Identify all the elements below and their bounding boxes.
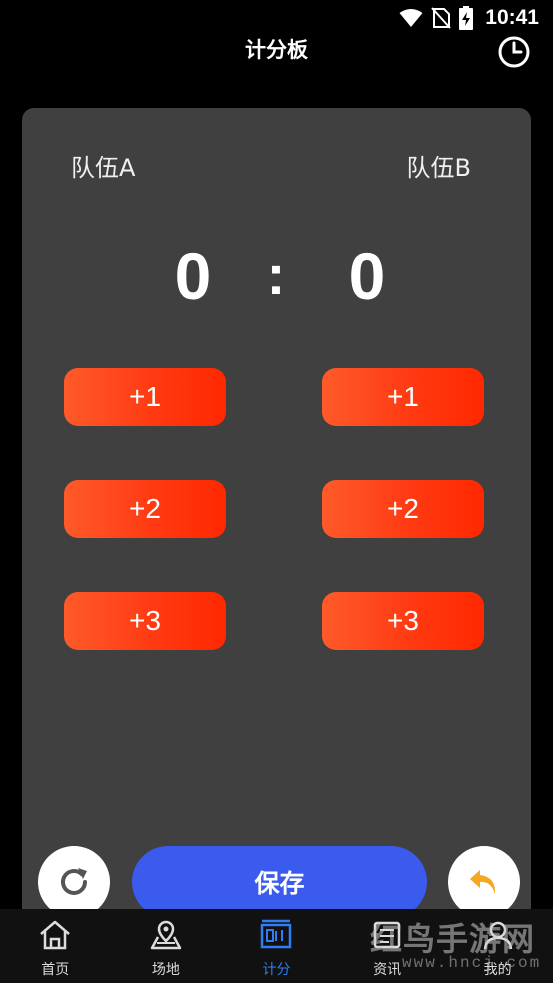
page-title: 计分板 — [245, 38, 308, 62]
tab-news[interactable]: 资讯 — [332, 909, 443, 983]
status-bar: 10:41 — [0, 0, 553, 36]
team-b-plus-1-button[interactable]: +1 — [322, 368, 484, 426]
tab-score-label: 计分 — [262, 962, 291, 978]
scoreboard-icon — [258, 917, 294, 953]
tab-profile-label: 我的 — [483, 962, 512, 978]
team-a-plus-1-button[interactable]: +1 — [64, 368, 226, 426]
undo-icon — [470, 870, 496, 894]
battery-charging-icon — [459, 6, 474, 30]
tab-score[interactable]: 计分 — [221, 909, 332, 983]
tab-venue-label: 场地 — [151, 962, 180, 978]
news-icon — [369, 917, 405, 953]
team-b-plus-3-button[interactable]: +3 — [322, 592, 484, 650]
map-icon — [148, 917, 184, 953]
tab-venue[interactable]: 场地 — [111, 909, 222, 983]
home-icon — [37, 917, 73, 953]
team-b-plus-2-button[interactable]: +2 — [322, 480, 484, 538]
undo-button[interactable] — [448, 846, 520, 918]
team-b-score: 0 — [348, 239, 386, 313]
scoreboard-card: 队伍A 队伍B 0 : 0 +1 +1 +2 +2 +3 +3 — [22, 108, 531, 928]
clock-icon — [498, 36, 530, 68]
app-header: 计分板 — [0, 36, 553, 92]
no-sim-icon — [431, 7, 452, 29]
team-a-plus-3-button[interactable]: +3 — [64, 592, 226, 650]
team-b-name: 队伍B — [406, 154, 471, 182]
bottom-tab-bar: 首页 场地 计分 资讯 我的 — [0, 909, 553, 983]
status-icons: 10:41 — [399, 4, 539, 32]
status-time: 10:41 — [485, 6, 539, 29]
team-a-score: 0 — [174, 239, 212, 313]
team-a-name: 队伍A — [71, 154, 136, 182]
profile-icon — [480, 917, 516, 953]
history-button[interactable] — [496, 34, 532, 70]
tab-news-label: 资讯 — [373, 962, 402, 978]
wifi-icon — [399, 9, 423, 27]
reset-button[interactable] — [38, 846, 110, 918]
tab-profile[interactable]: 我的 — [442, 909, 553, 983]
team-a-plus-2-button[interactable]: +2 — [64, 480, 226, 538]
refresh-icon — [61, 868, 87, 895]
tab-home[interactable]: 首页 — [0, 909, 111, 983]
tab-home-label: 首页 — [41, 962, 70, 978]
score-separator: : — [266, 243, 286, 306]
save-button[interactable]: 保存 — [132, 846, 427, 918]
